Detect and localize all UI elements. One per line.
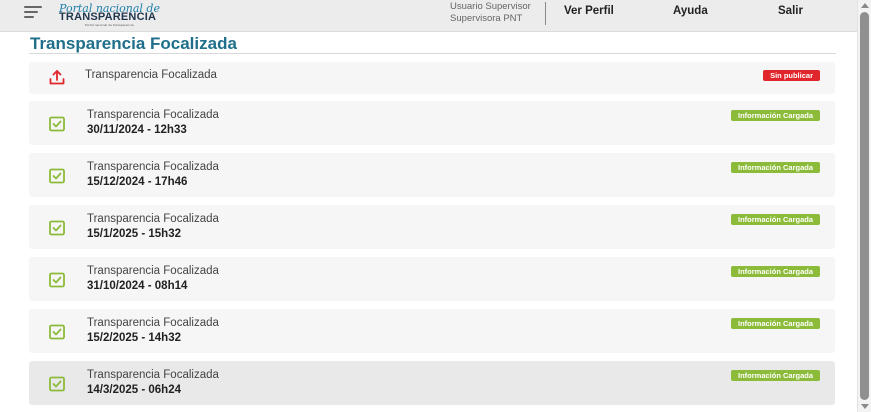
logo-sub-text: Portal nacional de transparencia [85,23,134,27]
status-badge-loaded: Información Cargada [730,110,820,121]
record-date: 14/3/2025 - 06h24 [87,384,181,396]
menu-icon[interactable] [24,6,42,20]
vertical-scrollbar[interactable] [857,0,871,412]
record-card[interactable]: Transparencia Focalizada 31/10/2024 - 08… [29,257,835,301]
user-info: Usuario Supervisor Supervisora PNT [450,1,544,25]
logo-main-text: TRANSPARENCIA [59,11,157,23]
document-check-icon [48,115,66,133]
unpublished-card-title: Transparencia Focalizada [85,69,217,81]
title-divider [29,53,836,54]
document-check-icon [48,271,66,289]
record-title: Transparencia Focalizada [87,265,219,277]
status-badge-unpublished: Sin publicar [763,70,820,81]
record-card[interactable]: Transparencia Focalizada 14/3/2025 - 06h… [29,361,835,405]
user-name: Usuario Supervisor [450,1,531,12]
scrollbar-thumb[interactable] [860,12,869,400]
record-date: 31/10/2024 - 08h14 [87,280,188,292]
document-check-icon [48,375,66,393]
nav-ver-perfil[interactable]: Ver Perfil [564,5,614,17]
status-badge-loaded: Información Cargada [730,214,820,225]
record-card[interactable]: Transparencia Focalizada 15/12/2024 - 17… [29,153,835,197]
document-check-icon [48,167,66,185]
unpublished-card[interactable]: Transparencia Focalizada Sin publicar [29,62,835,94]
top-header: Portal nacional de TRANSPARENCIA Portal … [0,0,858,32]
nav-salir[interactable]: Salir [778,5,803,17]
record-title: Transparencia Focalizada [87,161,219,173]
record-card[interactable]: Transparencia Focalizada 15/2/2025 - 14h… [29,309,835,353]
record-date: 30/11/2024 - 12h33 [87,124,187,136]
status-badge-loaded: Información Cargada [730,266,820,277]
record-card[interactable]: Transparencia Focalizada 30/11/2024 - 12… [29,101,835,145]
user-role: Supervisora PNT [450,13,523,24]
portal-logo[interactable]: Portal nacional de TRANSPARENCIA Portal … [57,2,175,28]
record-title: Transparencia Focalizada [87,213,219,225]
nav-ayuda[interactable]: Ayuda [673,5,708,17]
document-check-icon [48,323,66,341]
page-title: Transparencia Focalizada [30,34,237,53]
scroll-down-icon[interactable] [861,404,869,409]
record-date: 15/1/2025 - 15h32 [87,228,181,240]
record-title: Transparencia Focalizada [87,109,219,121]
record-date: 15/2/2025 - 14h32 [87,332,181,344]
document-check-icon [48,219,66,237]
record-date: 15/12/2024 - 17h46 [87,176,188,188]
record-title: Transparencia Focalizada [87,317,219,329]
scroll-up-icon[interactable] [861,3,869,8]
record-card[interactable]: Transparencia Focalizada 15/1/2025 - 15h… [29,205,835,249]
record-title: Transparencia Focalizada [87,369,219,381]
upload-icon [48,69,66,87]
app-viewport: Portal nacional de TRANSPARENCIA Portal … [0,0,858,412]
status-badge-loaded: Información Cargada [730,318,820,329]
header-divider [545,2,546,25]
status-badge-loaded: Información Cargada [730,162,820,173]
status-badge-loaded: Información Cargada [730,370,820,381]
